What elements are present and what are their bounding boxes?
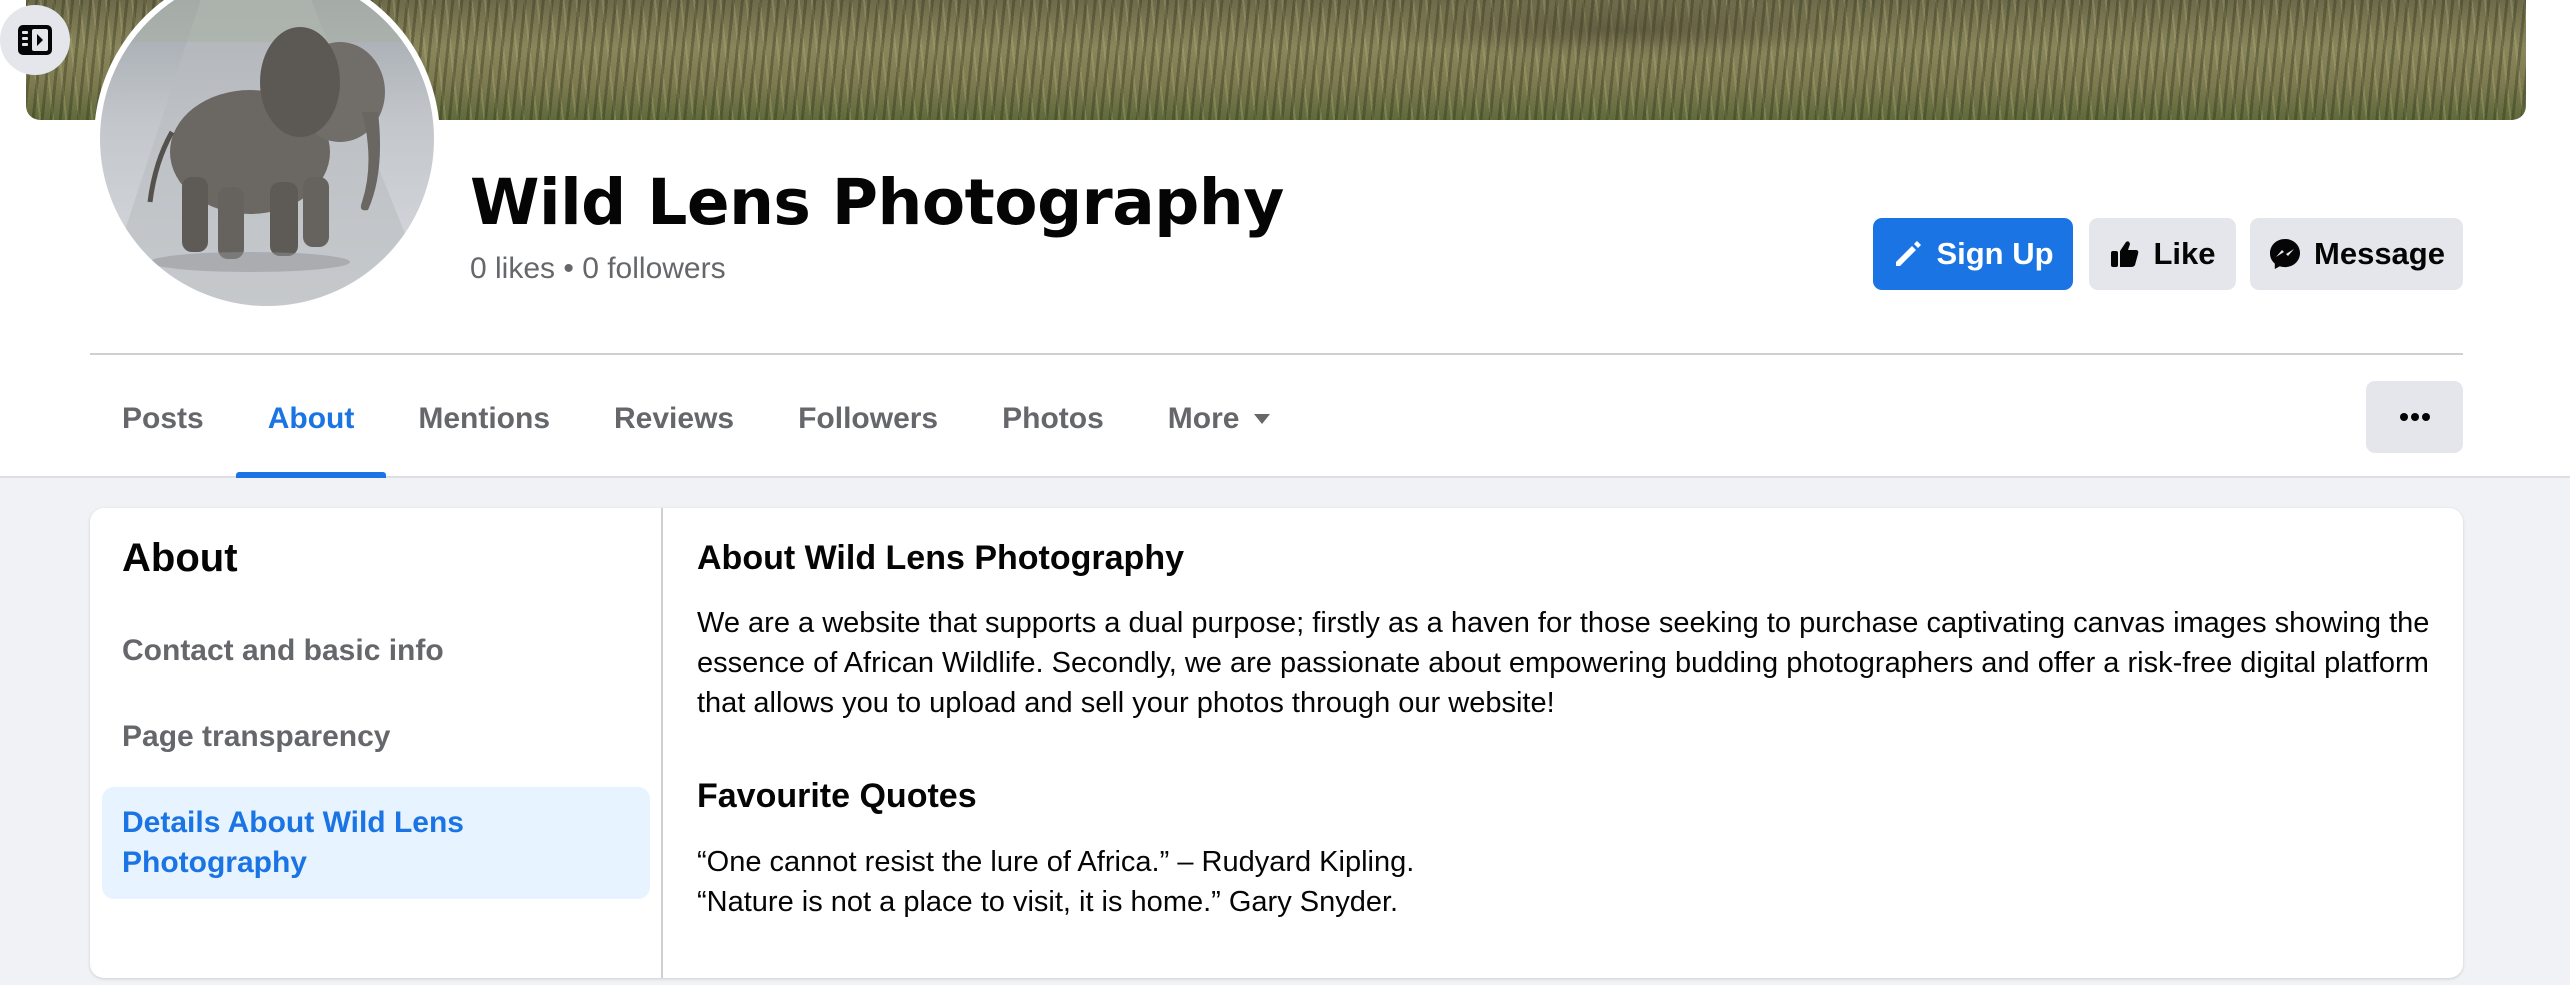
tab-label: Posts bbox=[122, 402, 204, 435]
message-button[interactable]: Message bbox=[2250, 218, 2463, 290]
tab-about[interactable]: About bbox=[235, 362, 387, 478]
about-nav-contact[interactable]: Contact and basic info bbox=[102, 631, 650, 671]
elephant-photo bbox=[100, 0, 434, 306]
caret-down-icon bbox=[1254, 414, 1271, 424]
messenger-icon bbox=[2270, 239, 2301, 269]
tab-followers[interactable]: Followers bbox=[766, 362, 970, 476]
about-nav-details[interactable]: Details About Wild Lens Photography bbox=[102, 787, 650, 899]
about-nav-transparency[interactable]: Page transparency bbox=[102, 717, 650, 757]
thumbs-up-icon bbox=[2111, 241, 2139, 267]
tab-label: About bbox=[267, 402, 355, 435]
about-card: About Contact and basic info Page transp… bbox=[90, 508, 2463, 978]
quote-line: “Nature is not a place to visit, it is h… bbox=[697, 886, 1399, 918]
about-heading: About bbox=[122, 536, 238, 580]
tab-mentions[interactable]: Mentions bbox=[386, 362, 582, 476]
about-sidebar: About Contact and basic info Page transp… bbox=[90, 508, 663, 978]
page-tabs: Posts About Mentions Reviews Followers P… bbox=[90, 362, 1304, 478]
tab-label: Reviews bbox=[614, 402, 735, 435]
sidebar-toggle-button[interactable] bbox=[0, 5, 70, 75]
tab-label: Followers bbox=[798, 402, 939, 435]
like-label: Like bbox=[2153, 236, 2216, 271]
about-section-title: About Wild Lens Photography bbox=[697, 539, 1184, 577]
about-section-text: We are a website that supports a dual pu… bbox=[697, 607, 2430, 719]
page-title: Wild Lens Photography bbox=[470, 166, 1284, 239]
sign-up-button[interactable]: Sign Up bbox=[1873, 218, 2073, 290]
tab-label: Photos bbox=[1002, 402, 1104, 435]
message-label: Message bbox=[2314, 236, 2445, 271]
tab-label: More bbox=[1167, 402, 1240, 435]
quote-line: “One cannot resist the lure of Africa.” … bbox=[697, 846, 1415, 878]
pencil-icon bbox=[1896, 241, 1922, 266]
sidebar-panel-icon bbox=[18, 25, 52, 55]
like-button[interactable]: Like bbox=[2089, 218, 2236, 290]
page-stats[interactable]: 0 likes • 0 followers bbox=[470, 252, 726, 286]
tab-label: Mentions bbox=[418, 402, 551, 435]
tab-more[interactable]: More bbox=[1136, 362, 1304, 476]
tab-posts[interactable]: Posts bbox=[90, 362, 236, 476]
tab-reviews[interactable]: Reviews bbox=[582, 362, 766, 476]
ellipsis-icon bbox=[2399, 413, 2430, 421]
sign-up-label: Sign Up bbox=[1936, 236, 2054, 271]
quotes-section-title: Favourite Quotes bbox=[697, 777, 977, 815]
header-divider bbox=[90, 353, 2463, 355]
tab-photos[interactable]: Photos bbox=[970, 362, 1136, 476]
more-options-button[interactable] bbox=[2366, 381, 2463, 453]
